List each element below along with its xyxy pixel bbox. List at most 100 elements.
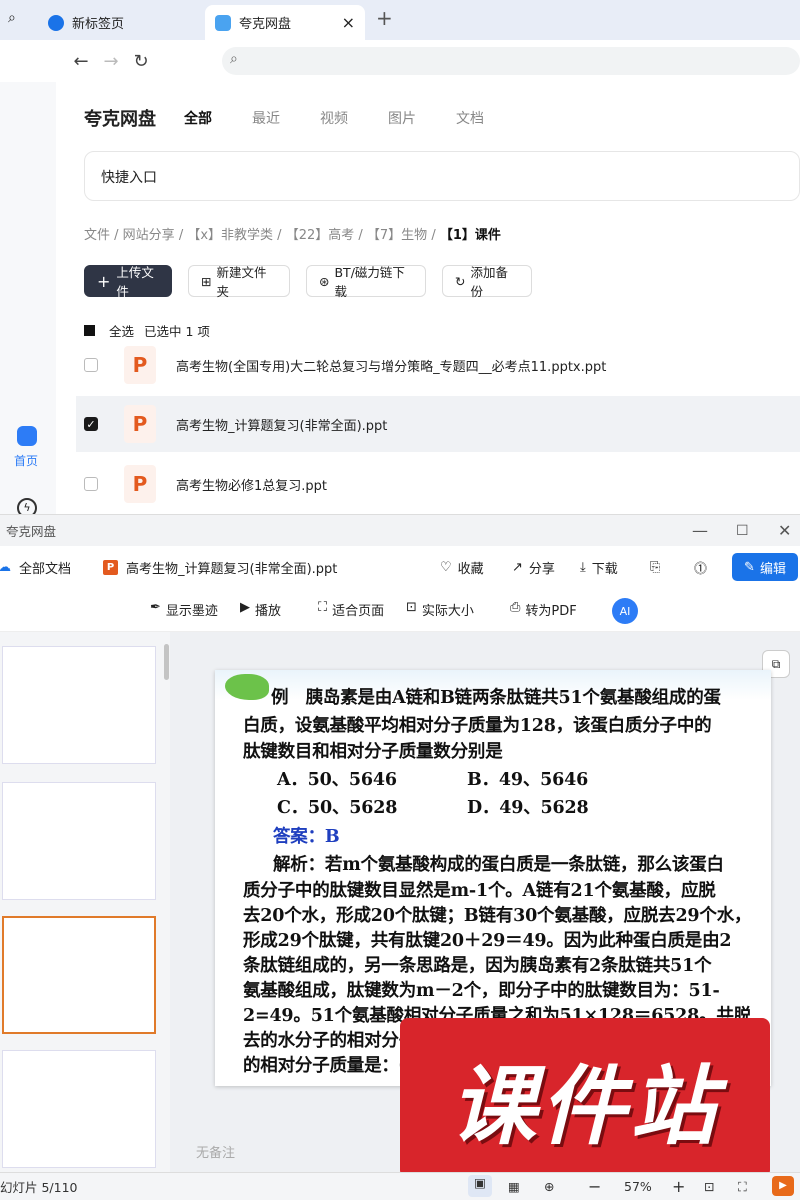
web-view-icon[interactable]: ⊕ <box>544 1179 554 1194</box>
breadcrumb-item[interactable]: 网站分享 <box>123 228 175 243</box>
breadcrumb-item[interactable]: 文件 <box>84 228 110 243</box>
edit-button[interactable]: ✎ 编辑 <box>732 553 798 581</box>
breadcrumb-item[interactable]: 【22】高考 <box>286 228 355 243</box>
minimize-icon[interactable]: — <box>692 521 708 540</box>
slide-text-line: 形成29个肽键，共有肽键20＋29＝49。因为此种蛋白质是由2 <box>243 931 732 951</box>
doc-name: 高考生物_计算题复习(非常全面).ppt <box>126 561 338 577</box>
normal-view-icon[interactable]: ▣ <box>468 1175 492 1197</box>
fit-page-button[interactable]: ⛶ 适合页面 <box>318 600 384 619</box>
file-row[interactable]: P 高考生物(全国专用)大二轮总复习与增分策略_专题四__必考点11.pptx.… <box>76 337 800 393</box>
slide-text-line: 解析：若m个氨基酸构成的蛋白质是一条肽链，那么该蛋白 <box>273 855 724 875</box>
show-ink-button[interactable]: ✒ 显示墨迹 <box>150 600 218 619</box>
feedback-icon[interactable]: ⓵ <box>694 558 707 577</box>
tab-label: 新标签页 <box>72 17 125 32</box>
tab-image[interactable]: 图片 <box>388 108 416 128</box>
file-checkbox[interactable] <box>84 477 98 491</box>
slide-thumbnail[interactable] <box>2 782 156 900</box>
tab-recent[interactable]: 最近 <box>252 108 280 128</box>
tab-docs[interactable]: 文档 <box>456 108 484 128</box>
upload-button[interactable]: + 上传文件 <box>84 265 172 299</box>
tab-new[interactable]: 新标签页 <box>38 5 203 40</box>
file-row[interactable]: ✓ P 高考生物_计算题复习(非常全面).ppt <box>76 396 800 452</box>
actual-size-icon: ⊡ <box>406 600 417 615</box>
reload-icon[interactable]: ↻ <box>126 51 156 72</box>
slide-text-line: 条肽链组成的，另一条思路是，因为胰岛素有2条肽链共51个 <box>243 956 712 976</box>
address-bar[interactable]: ⌕ <box>222 47 800 75</box>
slideshow-icon[interactable]: ▶ <box>772 1176 794 1196</box>
slide-thumbnail[interactable] <box>2 646 156 764</box>
file-name[interactable]: 高考生物(全国专用)大二轮总复习与增分策略_专题四__必考点11.pptx.pp… <box>176 356 606 375</box>
share-label: 分享 <box>528 561 555 577</box>
show-ink-label: 显示墨迹 <box>165 604 218 619</box>
zoom-in-icon[interactable]: + <box>672 1177 685 1196</box>
bt-download-button[interactable]: ⊛ BT/磁力链下载 <box>306 265 426 299</box>
quick-entry-panel[interactable]: 快捷入口 <box>84 151 800 201</box>
fit-page-label: 适合页面 <box>332 604 385 619</box>
search-icon: ⌕ <box>230 51 238 67</box>
play-label: 播放 <box>255 604 282 619</box>
viewer-header: ☁ 全部文档 P 高考生物_计算题复习(非常全面).ppt ♡ 收藏 ↗ 分享 ⤓ 下… <box>0 546 800 588</box>
slide-text-line: 质分子中的肽键数目显然是m-1个。A链有21个氨基酸，应脱 <box>243 881 716 901</box>
bt-download-label: BT/磁力链下载 <box>334 265 405 299</box>
file-checkbox[interactable]: ✓ <box>84 417 98 431</box>
ai-assistant-icon[interactable]: AI <box>612 598 638 624</box>
upload-label: 上传文件 <box>116 265 154 299</box>
viewer-window-title: 夸克网盘 <box>6 524 57 539</box>
close-icon[interactable]: × <box>342 13 355 32</box>
share-button[interactable]: ↗ 分享 <box>512 558 555 577</box>
file-row[interactable]: P 高考生物必修1总复习.ppt <box>76 456 800 512</box>
slide-text-line: 白质，设氨基酸平均相对分子质量为128，该蛋白质分子中的 <box>243 716 712 736</box>
new-folder-button[interactable]: ⊞ 新建文件夹 <box>188 265 290 299</box>
download-button[interactable]: ⤓ 下载 <box>580 558 618 577</box>
breadcrumb-item[interactable]: 【7】生物 <box>367 228 427 243</box>
viewer-title-bar: 夸克网盘 — ☐ ✕ <box>0 514 800 546</box>
tab-quark-drive[interactable]: 夸克网盘 × <box>205 5 365 40</box>
to-pdf-button[interactable]: ⎙ 转为PDF <box>510 600 577 619</box>
forward-icon[interactable]: → <box>96 51 126 72</box>
play-icon: ▶ <box>240 600 250 615</box>
download-icon: ⤓ <box>580 559 586 575</box>
file-name[interactable]: 高考生物_计算题复习(非常全面).ppt <box>176 415 387 434</box>
heart-icon: ♡ <box>440 559 452 575</box>
maximize-icon[interactable]: ☐ <box>736 523 749 539</box>
play-button[interactable]: ▶ 播放 <box>240 600 281 619</box>
slide-text-line: 氨基酸组成，肽键数为m－2个，即分子中的肽键数目为：51- <box>243 981 720 1001</box>
file-name[interactable]: 高考生物必修1总复习.ppt <box>176 475 327 494</box>
new-tab-button[interactable]: + <box>376 6 393 30</box>
breadcrumb-item[interactable]: 【x】非教学类 <box>187 228 273 243</box>
tab-search-icon[interactable]: ⌕ <box>8 10 16 26</box>
to-pdf-label: 转为PDF <box>525 604 577 619</box>
select-all-checkbox[interactable] <box>84 325 95 336</box>
viewer-status-bar: 幻灯片 5/110 ▣ ▦ ⊕ − 57% + ⊡ ⛶ ▶ <box>0 1172 800 1200</box>
grid-view-icon[interactable]: ▦ <box>508 1179 520 1194</box>
favorite-button[interactable]: ♡ 收藏 <box>440 558 484 577</box>
ppt-file-icon: P <box>103 559 119 575</box>
bt-icon: ⊛ <box>319 273 330 289</box>
all-docs-link[interactable]: 全部文档 <box>19 558 71 577</box>
home-icon[interactable] <box>17 426 37 446</box>
slide-thumbnail[interactable] <box>2 1050 156 1168</box>
sidebar-home-label[interactable]: 首页 <box>14 452 38 469</box>
file-checkbox[interactable] <box>84 358 98 372</box>
share-icon: ↗ <box>512 559 523 575</box>
option-c: C．50、5628 <box>277 798 398 818</box>
fit-window-icon[interactable]: ⊡ <box>704 1179 714 1194</box>
actual-size-button[interactable]: ⊡ 实际大小 <box>406 600 474 619</box>
tab-video[interactable]: 视频 <box>320 108 348 128</box>
back-icon[interactable]: ← <box>66 51 96 72</box>
fullscreen-icon[interactable]: ⛶ <box>738 1179 747 1195</box>
actual-size-label: 实际大小 <box>421 604 474 619</box>
slide-thumbnail-current[interactable] <box>2 916 156 1034</box>
close-icon[interactable]: ✕ <box>778 521 791 540</box>
ppt-file-icon: P <box>124 346 156 384</box>
zoom-level[interactable]: 57% <box>624 1179 652 1194</box>
tab-all[interactable]: 全部 <box>184 108 212 128</box>
pencil-icon: ✎ <box>744 559 755 575</box>
browser-logo-icon <box>48 14 64 31</box>
add-backup-button[interactable]: ↻ 添加备份 <box>442 265 532 299</box>
thumbnail-scrollbar[interactable] <box>164 644 169 680</box>
export-icon[interactable]: ⎘ <box>650 560 660 575</box>
ppt-file-icon: P <box>124 465 156 503</box>
zoom-out-icon[interactable]: − <box>588 1177 601 1196</box>
breadcrumb-current: 【1】课件 <box>439 228 501 243</box>
